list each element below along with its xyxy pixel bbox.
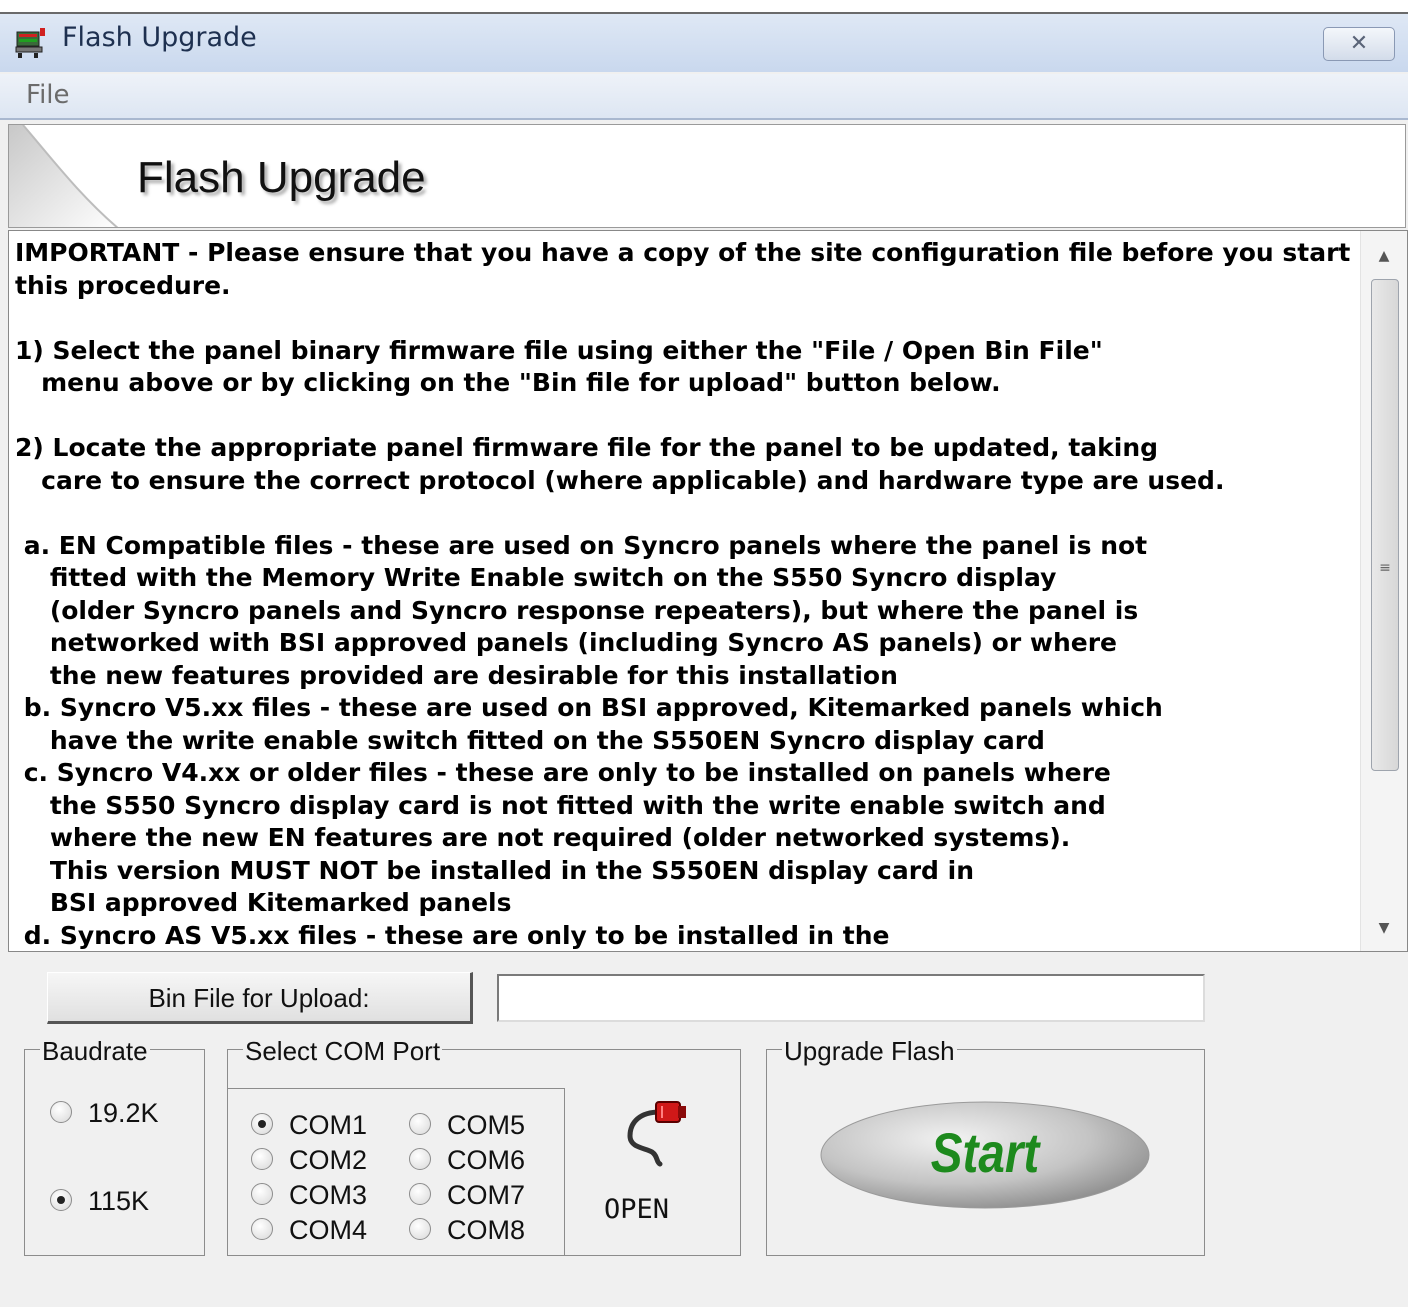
com-port-label: Select COM Port xyxy=(243,1036,443,1067)
instructions-text: IMPORTANT - Please ensure that you have … xyxy=(15,238,1351,950)
scroll-thumb[interactable]: ≡ xyxy=(1371,279,1399,771)
close-icon: ✕ xyxy=(1349,31,1369,56)
baudrate-label: Baudrate xyxy=(40,1036,150,1067)
scroll-grip-icon: ≡ xyxy=(1379,560,1391,576)
com2-label: COM2 xyxy=(289,1145,368,1175)
com5-label: COM5 xyxy=(447,1110,526,1140)
radio-com4[interactable] xyxy=(251,1217,273,1240)
com8-label: COM8 xyxy=(447,1215,526,1245)
com4-label: COM4 xyxy=(289,1215,368,1245)
baud-115k-option[interactable]: 115K xyxy=(50,1186,149,1217)
header-banner: Flash Upgrade xyxy=(8,124,1406,228)
scroll-down-arrow-icon[interactable]: ▼ xyxy=(1361,911,1407,945)
baudrate-group xyxy=(24,1049,205,1256)
vertical-scrollbar[interactable]: ▲ ≡ ▼ xyxy=(1360,231,1407,951)
com8-option[interactable]: COM8 xyxy=(409,1215,525,1246)
com6-label: COM6 xyxy=(447,1145,526,1175)
menu-bar xyxy=(0,74,1408,120)
radio-com8[interactable] xyxy=(409,1217,431,1240)
close-button[interactable]: ✕ xyxy=(1323,27,1395,61)
radio-com1[interactable] xyxy=(251,1112,273,1135)
banner-title: Flash Upgrade xyxy=(137,153,426,202)
com3-option[interactable]: COM3 xyxy=(251,1180,367,1211)
com6-option[interactable]: COM6 xyxy=(409,1145,525,1176)
com2-option[interactable]: COM2 xyxy=(251,1145,367,1176)
com7-label: COM7 xyxy=(447,1180,526,1210)
radio-com3[interactable] xyxy=(251,1182,273,1205)
radio-115k[interactable] xyxy=(50,1188,72,1211)
radio-com2[interactable] xyxy=(251,1147,273,1170)
banner-swoosh-graphic xyxy=(9,125,119,227)
start-button-label[interactable]: Start xyxy=(844,1120,1126,1185)
upgrade-flash-label: Upgrade Flash xyxy=(782,1036,957,1067)
instructions-textbox[interactable]: IMPORTANT - Please ensure that you have … xyxy=(8,230,1408,952)
com5-option[interactable]: COM5 xyxy=(409,1110,525,1141)
com1-option[interactable]: COM1 xyxy=(251,1110,367,1141)
menu-file[interactable]: File xyxy=(26,80,70,110)
flash-upgrade-window: Flash Upgrade ✕ File Flash Upgrade IMPOR… xyxy=(0,0,1408,1307)
window-title: Flash Upgrade xyxy=(62,22,257,53)
bin-file-path-field[interactable] xyxy=(497,974,1205,1022)
plug-icon[interactable] xyxy=(616,1090,696,1170)
radio-com5[interactable] xyxy=(409,1112,431,1135)
open-port-label[interactable]: OPEN xyxy=(604,1194,669,1225)
window-top-edge xyxy=(0,0,1408,14)
baud-115k-label: 115K xyxy=(88,1186,150,1216)
bin-file-upload-button[interactable]: Bin File for Upload: xyxy=(47,972,473,1024)
radio-com7[interactable] xyxy=(409,1182,431,1205)
baud-19-2k-label: 19.2K xyxy=(88,1098,159,1128)
com4-option[interactable]: COM4 xyxy=(251,1215,367,1246)
radio-19-2k[interactable] xyxy=(50,1100,72,1123)
radio-com6[interactable] xyxy=(409,1147,431,1170)
baud-19-2k-option[interactable]: 19.2K xyxy=(50,1098,159,1129)
scroll-up-arrow-icon[interactable]: ▲ xyxy=(1361,239,1407,273)
com3-label: COM3 xyxy=(289,1180,368,1210)
com1-label: COM1 xyxy=(289,1110,368,1140)
com7-option[interactable]: COM7 xyxy=(409,1180,525,1211)
app-icon xyxy=(15,28,45,58)
